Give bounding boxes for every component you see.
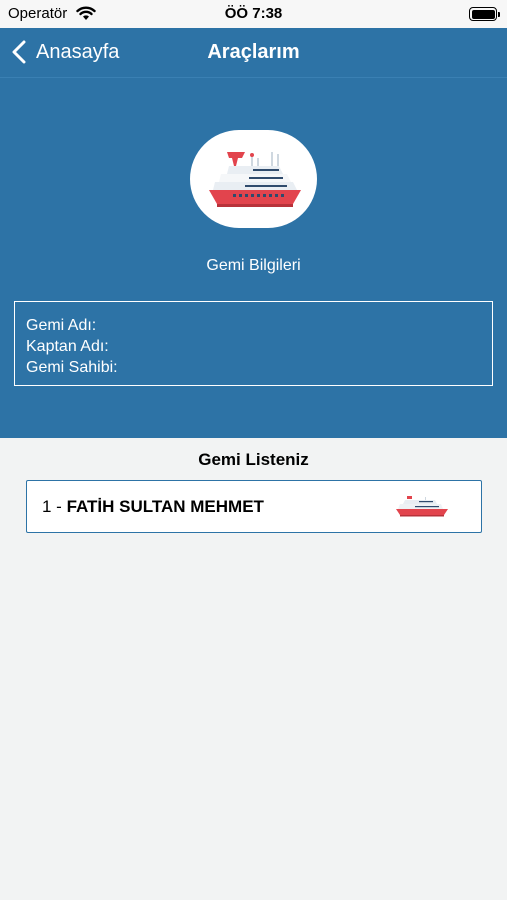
ship-info-label: Gemi Bilgileri: [206, 257, 301, 274]
status-bar: Operatör ÖÖ 7:38: [0, 0, 507, 28]
ship-icon: [396, 496, 448, 517]
list-item-name: FATİH SULTAN MEHMET: [66, 496, 264, 516]
header-panel: Anasayfa Araçlarım Gemi Bilgileri Gemi A…: [0, 28, 507, 438]
ship-owner-field: Gemi Sahibi:: [26, 359, 118, 376]
list-item-index: 1 -: [42, 496, 67, 516]
ship-name-field: Gemi Adı:: [26, 317, 97, 334]
back-button[interactable]: Anasayfa: [12, 36, 119, 68]
nav-bar: Anasayfa Araçlarım: [0, 28, 507, 78]
battery-icon: [469, 7, 500, 21]
ship-list-title: Gemi Listeniz: [198, 450, 309, 469]
status-time: ÖÖ 7:38: [224, 5, 283, 22]
ship-icon: [208, 152, 301, 207]
back-button-label: Anasayfa: [36, 40, 120, 63]
list-item-text: 1 - FATİH SULTAN MEHMET: [42, 497, 264, 517]
captain-name-field: Kaptan Adı:: [26, 338, 109, 355]
ship-list-item[interactable]: 1 - FATİH SULTAN MEHMET: [26, 480, 482, 533]
ship-info-box: Gemi Adı: Kaptan Adı: Gemi Sahibi:: [14, 301, 493, 386]
chevron-left-icon: [12, 40, 26, 64]
ship-avatar: [190, 130, 317, 228]
